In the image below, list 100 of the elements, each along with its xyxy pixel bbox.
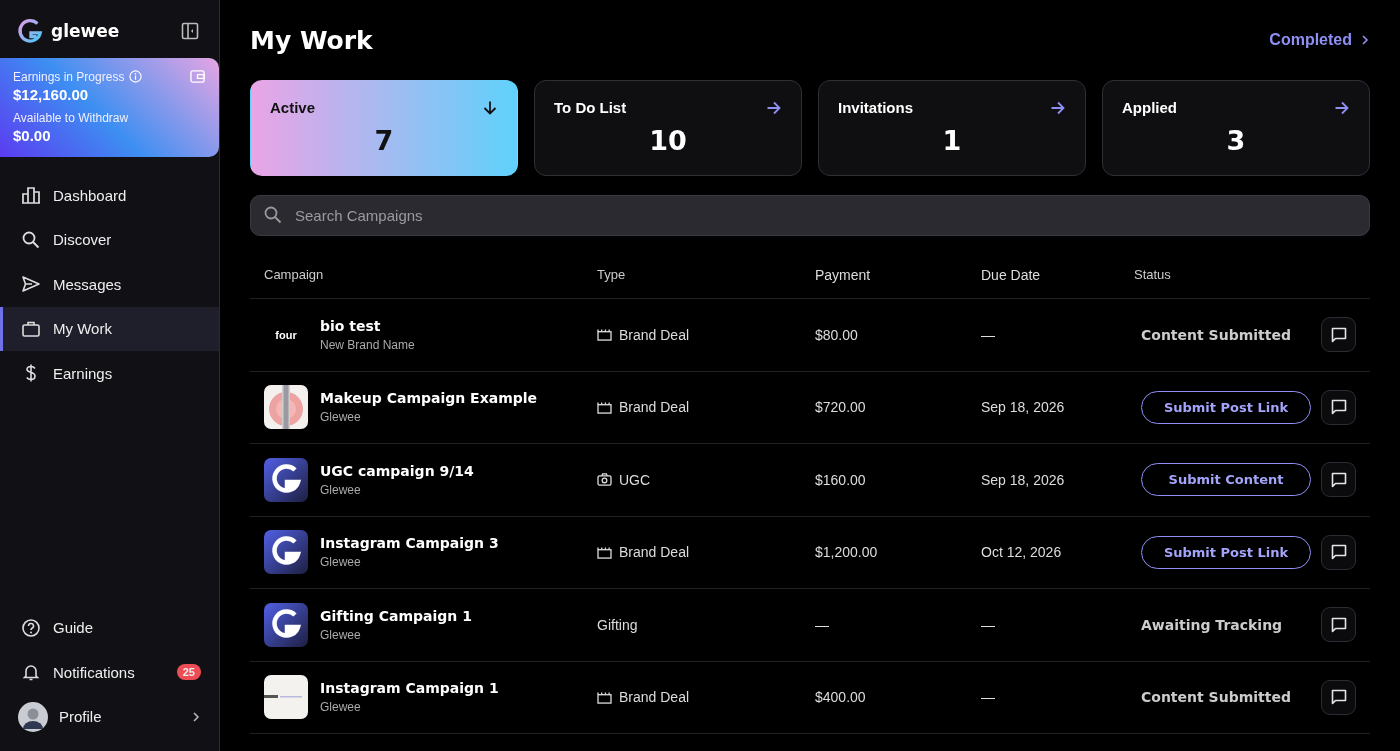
completed-link[interactable]: Completed <box>1269 31 1370 49</box>
payment-amount: $1,200.00 <box>815 544 878 561</box>
nav-label: My Work <box>53 320 112 338</box>
brand-name: Glewee <box>320 627 362 642</box>
nav-item[interactable]: Dashboard <box>0 173 219 218</box>
payment-amount: $400.00 <box>815 689 866 706</box>
stat-label: Invitations <box>838 99 913 116</box>
column-header: Campaign <box>263 266 325 282</box>
campaign-type: Gifting <box>597 616 638 633</box>
nav-label: Messages <box>53 275 122 293</box>
sidebar-toggle-icon[interactable] <box>181 22 199 40</box>
payment-amount: $720.00 <box>815 399 866 416</box>
nav-label: Notifications <box>53 663 135 681</box>
bell-icon <box>21 662 41 683</box>
message-button[interactable] <box>1321 534 1356 570</box>
campaign-type: UGC <box>619 471 651 488</box>
stat-tab[interactable]: Applied 3 <box>1102 80 1370 176</box>
campaign-type: Brand Deal <box>619 689 690 706</box>
action-button[interactable]: Submit Post Link <box>1141 390 1311 424</box>
column-header: Due Date <box>981 266 1042 283</box>
arrow-right-icon <box>766 99 782 116</box>
action-button[interactable]: Submit Content <box>1141 463 1311 497</box>
nav-label: Profile <box>59 708 102 726</box>
payment-amount: $80.00 <box>815 326 858 343</box>
stat-label: Active <box>270 99 316 116</box>
message-button[interactable] <box>1321 462 1356 498</box>
search-field[interactable]: Search Campaigns <box>250 195 1370 236</box>
nav-item[interactable]: My Work <box>0 306 219 351</box>
clapperboard-icon <box>597 400 612 414</box>
clapperboard-icon <box>597 328 612 342</box>
status-text: Content Submitted <box>1141 326 1292 343</box>
chat-icon <box>1329 470 1348 489</box>
message-button[interactable] <box>1321 679 1356 715</box>
notification-count: 25 <box>176 664 201 681</box>
help-icon <box>21 617 41 638</box>
chat-icon <box>1329 325 1348 344</box>
page-title: My Work <box>250 25 373 55</box>
message-button[interactable] <box>1321 389 1356 425</box>
campaign-type: Brand Deal <box>619 326 690 343</box>
nav-label: Guide <box>53 619 94 637</box>
stat-tab[interactable]: Invitations 1 <box>818 80 1086 176</box>
campaign-title[interactable]: UGC campaign 9/14 <box>320 462 474 479</box>
camera-icon <box>597 473 612 487</box>
nav-label: Discover <box>53 231 112 249</box>
stat-label: Applied <box>1122 99 1177 116</box>
nav-item[interactable]: Messages <box>0 262 219 307</box>
action-button[interactable]: Submit Post Link <box>1141 535 1311 569</box>
brand-logo-icon <box>264 602 308 647</box>
nav-item[interactable]: Profile <box>0 694 219 739</box>
nav-item[interactable]: Guide <box>0 605 219 650</box>
earnings-amount: $12,160.00 <box>13 86 90 103</box>
stat-value: 10 <box>648 125 688 156</box>
due-date: Sep 18, 2026 <box>981 471 1065 488</box>
column-header: Status <box>1134 266 1172 282</box>
stat-tab[interactable]: Active 7 <box>250 80 518 176</box>
chat-icon <box>1329 543 1348 562</box>
campaign-title[interactable]: Gifting Campaign 1 <box>320 607 472 624</box>
message-button[interactable] <box>1321 607 1356 643</box>
avatar-icon <box>18 701 48 732</box>
status-text: Awaiting Tracking <box>1141 616 1284 633</box>
nav-label: Earnings <box>53 364 113 382</box>
brand-name: Glewee <box>320 482 362 497</box>
nav-item[interactable]: Discover <box>0 217 219 262</box>
earnings-label: Earnings in Progress <box>13 69 125 84</box>
payment-amount: $160.00 <box>815 471 866 488</box>
clapperboard-icon <box>597 545 612 559</box>
campaign-type: Brand Deal <box>619 399 690 416</box>
due-date: Oct 12, 2026 <box>981 544 1062 561</box>
nav-item[interactable]: Earnings <box>0 351 219 396</box>
brand-logo: four <box>274 327 298 343</box>
withdraw-amount: $0.00 <box>13 127 52 144</box>
campaign-title[interactable]: bio test <box>320 317 415 334</box>
campaign-title[interactable]: Instagram Campaign 1 <box>320 680 499 697</box>
brand-name: New Brand Name <box>320 337 415 352</box>
chat-icon <box>1329 398 1348 417</box>
info-icon[interactable] <box>129 70 143 83</box>
arrow-down-icon <box>482 99 498 116</box>
stat-value: 3 <box>1225 125 1247 156</box>
arrow-right-icon <box>1050 99 1066 116</box>
campaign-type: Brand Deal <box>619 544 690 561</box>
stat-tab[interactable]: To Do List 10 <box>534 80 802 176</box>
stat-value: 7 <box>373 125 395 156</box>
brand-name: Glewee <box>320 700 362 715</box>
payment-amount: — <box>815 616 829 633</box>
logo-icon <box>17 18 43 44</box>
clapperboard-icon <box>597 690 612 704</box>
campaign-title[interactable]: Makeup Campaign Example <box>320 390 538 407</box>
campaign-title[interactable]: Instagram Campaign 3 <box>320 535 499 552</box>
brand-name: glewee <box>51 21 121 41</box>
message-button[interactable] <box>1321 317 1356 353</box>
brand-name: Glewee <box>320 410 362 425</box>
chevron-right-icon <box>191 711 201 722</box>
column-header: Payment <box>815 266 872 283</box>
nav-item[interactable]: Notifications 25 <box>0 650 219 695</box>
wallet-icon <box>190 69 205 84</box>
brand-name: Glewee <box>320 555 362 570</box>
due-date: — <box>981 689 995 706</box>
stat-value: 1 <box>941 125 963 156</box>
brand-logo-icon <box>264 457 308 502</box>
brand-logo-icon <box>264 530 308 575</box>
